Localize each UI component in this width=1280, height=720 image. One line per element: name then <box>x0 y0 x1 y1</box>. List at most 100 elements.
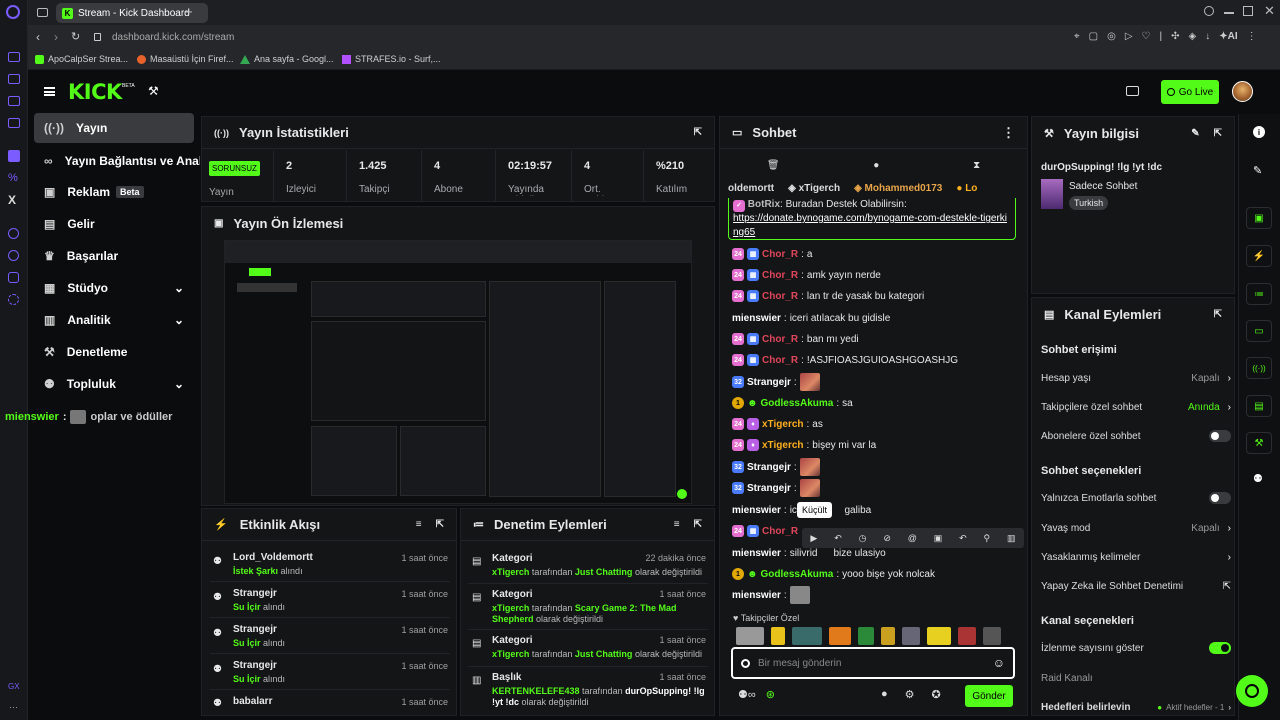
rail-users-icon[interactable]: ⚉ <box>1253 472 1263 485</box>
activity-row[interactable]: ⚉ babalarr 1 saat önce <box>210 690 450 714</box>
chat-message[interactable]: 24 ▦ Chor_R: a <box>732 244 812 264</box>
puzzle-icon[interactable]: ✣ <box>1171 31 1179 42</box>
users-icon[interactable]: ⚉∞ <box>738 688 756 701</box>
chat-bubble-icon[interactable]: ● <box>873 160 879 171</box>
show-views-toggle[interactable] <box>1209 642 1231 654</box>
chat-user[interactable]: mienswier <box>732 313 781 324</box>
ai-button[interactable]: ✦AI <box>1219 31 1237 42</box>
top-user[interactable]: oldemortt <box>728 183 774 197</box>
chat-message[interactable]: 24 ▦ Chor_R: ban mı yedi <box>732 329 859 349</box>
bookmark-0[interactable]: ApoCalpSer Strea... <box>35 54 128 64</box>
kick-logo[interactable]: KICK <box>68 80 122 104</box>
chat-message[interactable]: 24 ▦ Chor_R <box>732 521 798 541</box>
chat-user[interactable]: GodlessAkuma <box>761 569 834 580</box>
chat-user[interactable]: Chor_R <box>762 334 798 345</box>
emote[interactable] <box>881 627 895 645</box>
sidebar-panel-icon-2[interactable] <box>8 74 20 84</box>
bot-link[interactable]: https://donate.bynogame.com/bynogame-com… <box>733 213 1007 238</box>
twitch-icon[interactable] <box>8 150 20 162</box>
emote[interactable] <box>958 627 976 645</box>
tab-list-icon[interactable] <box>37 8 48 17</box>
emote[interactable] <box>771 627 785 645</box>
percent-icon[interactable]: % <box>8 172 18 184</box>
rail-bolt-icon[interactable]: ⚡ <box>1246 245 1272 267</box>
moderation-row[interactable]: ▤ Kategori xTigerch tarafından Just Chatti… <box>468 548 708 584</box>
edit-icon[interactable]: ✎ <box>1191 128 1199 139</box>
rail-stats-icon[interactable]: ▣ <box>1246 207 1272 229</box>
sub-chat-toggle[interactable] <box>1209 430 1231 442</box>
sidebar-item-basarilar[interactable]: ♛ Başarılar <box>34 241 194 271</box>
chat-user[interactable]: mienswier <box>732 590 781 601</box>
chat-user[interactable]: Strangejr <box>747 462 791 473</box>
moderation-row[interactable]: ▤ Kategori xTigerch tarafından Just Chatti… <box>468 630 708 667</box>
chat-input-box[interactable]: Bir mesaj gönderin ☺ <box>731 647 1015 679</box>
hamburger-icon[interactable] <box>44 87 55 96</box>
popout-icon[interactable]: ⇱ <box>1214 128 1222 139</box>
emote[interactable] <box>902 627 920 645</box>
chat-message[interactable]: mienswier: iceri atılacak bu gidisle <box>732 308 890 328</box>
sidebar-item-analitik[interactable]: ▥ Analitik ⌄ <box>34 305 194 335</box>
ban-icon[interactable]: ⊘ <box>883 533 891 544</box>
chat-user[interactable]: mienswier <box>732 548 781 559</box>
stream-preview-video[interactable] <box>224 240 692 504</box>
emote[interactable] <box>792 627 822 645</box>
search-icon[interactable] <box>1204 6 1214 16</box>
camera-icon[interactable]: ◎ <box>1107 31 1116 42</box>
undo-icon[interactable]: ↶ <box>834 533 842 544</box>
activity-row[interactable]: ⚉ Strangejr Su İçir alındı 1 saat önce <box>210 582 450 618</box>
activity-row[interactable]: ⚉ Lord_Voldemortt İstek Şarkı alındı 1 saat… <box>210 546 450 582</box>
sidebar-panel-icon-3[interactable] <box>8 96 20 106</box>
heart-icon[interactable]: ♡ <box>1142 31 1151 42</box>
new-tab-icon[interactable]: + <box>185 4 193 19</box>
hourglass-icon[interactable]: ⧗ <box>973 160 980 171</box>
sidebar-item-stream-key[interactable]: ∞ Yayın Bağlantısı ve Anahtarı <box>34 146 200 176</box>
emoji-icon[interactable]: ☺ <box>993 656 1005 670</box>
chat-user[interactable]: Strangejr <box>747 483 791 494</box>
record-icon[interactable] <box>741 658 750 668</box>
rail-wrench-icon[interactable]: ⚒ <box>1246 432 1272 454</box>
top-user[interactable]: ◈ Mohammed0173 <box>854 183 942 197</box>
reload-icon[interactable]: ↻ <box>71 30 80 43</box>
account-age-row[interactable]: Hesap yaşı Kapalı › <box>1041 368 1231 388</box>
circle-icon[interactable] <box>8 228 19 239</box>
timeout-icon[interactable]: ◷ <box>859 533 867 544</box>
sidebar-item-topluluk[interactable]: ⚉ Topluluk ⌄ <box>34 369 194 399</box>
chat-user[interactable]: mienswier <box>732 505 781 516</box>
activity-row[interactable]: ⚉ Strangejr Su İçir alındı 1 saat önce <box>210 618 450 654</box>
emote[interactable] <box>829 627 851 645</box>
chat-user[interactable]: Chor_R <box>762 270 798 281</box>
chat-message[interactable]: 24 ♦ xTigerch: as <box>732 414 823 434</box>
avatar[interactable] <box>1232 81 1253 102</box>
emote[interactable] <box>927 627 951 645</box>
chat-message[interactable]: 24 ▦ Chor_R: !ASJFIOASJGUIOASHGOASHJG <box>732 350 958 370</box>
x-icon[interactable]: X <box>8 193 16 207</box>
emote[interactable] <box>983 627 1001 645</box>
gx-icon[interactable]: GX <box>8 682 20 691</box>
url-field[interactable]: dashboard.kick.com/stream <box>112 32 234 43</box>
support-button[interactable] <box>1236 675 1268 707</box>
chat-user[interactable]: xTigerch <box>762 440 804 451</box>
activity-row[interactable]: ⚉ Strangejr Su İçir alındı 1 saat önce <box>210 654 450 690</box>
chat-user[interactable]: Chor_R <box>762 291 798 302</box>
minimize-icon[interactable] <box>1224 12 1234 14</box>
chat-message[interactable]: 32 Strangejr: <box>732 372 820 392</box>
more-icon[interactable]: ··· <box>9 702 18 712</box>
popout-icon[interactable]: ⇱ <box>1214 309 1222 320</box>
emote-only-row[interactable]: Yalnızca Emotlarla sohbet <box>1041 488 1231 508</box>
banned-words-row[interactable]: Yasaklanmış kelimeler › <box>1041 547 1231 567</box>
emote-only-toggle[interactable] <box>1209 492 1231 504</box>
popout-icon[interactable]: ⇱ <box>694 127 702 138</box>
chat-user[interactable]: Strangejr <box>747 377 791 388</box>
chat-message[interactable]: 1 ☻ GodlessAkuma: sa <box>732 393 853 413</box>
crypto-icon[interactable]: ◈ <box>1189 31 1197 42</box>
bookmark-1[interactable]: Masaüstü İçin Firef... <box>137 54 234 64</box>
chat-message[interactable]: mienswier: <box>732 585 810 605</box>
pencil-icon[interactable]: ✎ <box>1253 164 1262 177</box>
chat-message[interactable]: 32 Strangejr: <box>732 478 820 498</box>
pin-icon[interactable]: ⌖ <box>1074 31 1080 42</box>
moderation-row[interactable]: ▥ Başlık KERTENKELEFE438 tarafından durOpS… <box>468 667 708 711</box>
wrench-icon[interactable]: ⚒ <box>148 84 159 98</box>
badge-icon[interactable]: ✪ <box>932 688 941 701</box>
chat-message[interactable]: 24 ♦ xTigerch: bişey mi var la <box>732 435 876 455</box>
top-user[interactable]: ◈ xTigerch <box>788 183 840 197</box>
